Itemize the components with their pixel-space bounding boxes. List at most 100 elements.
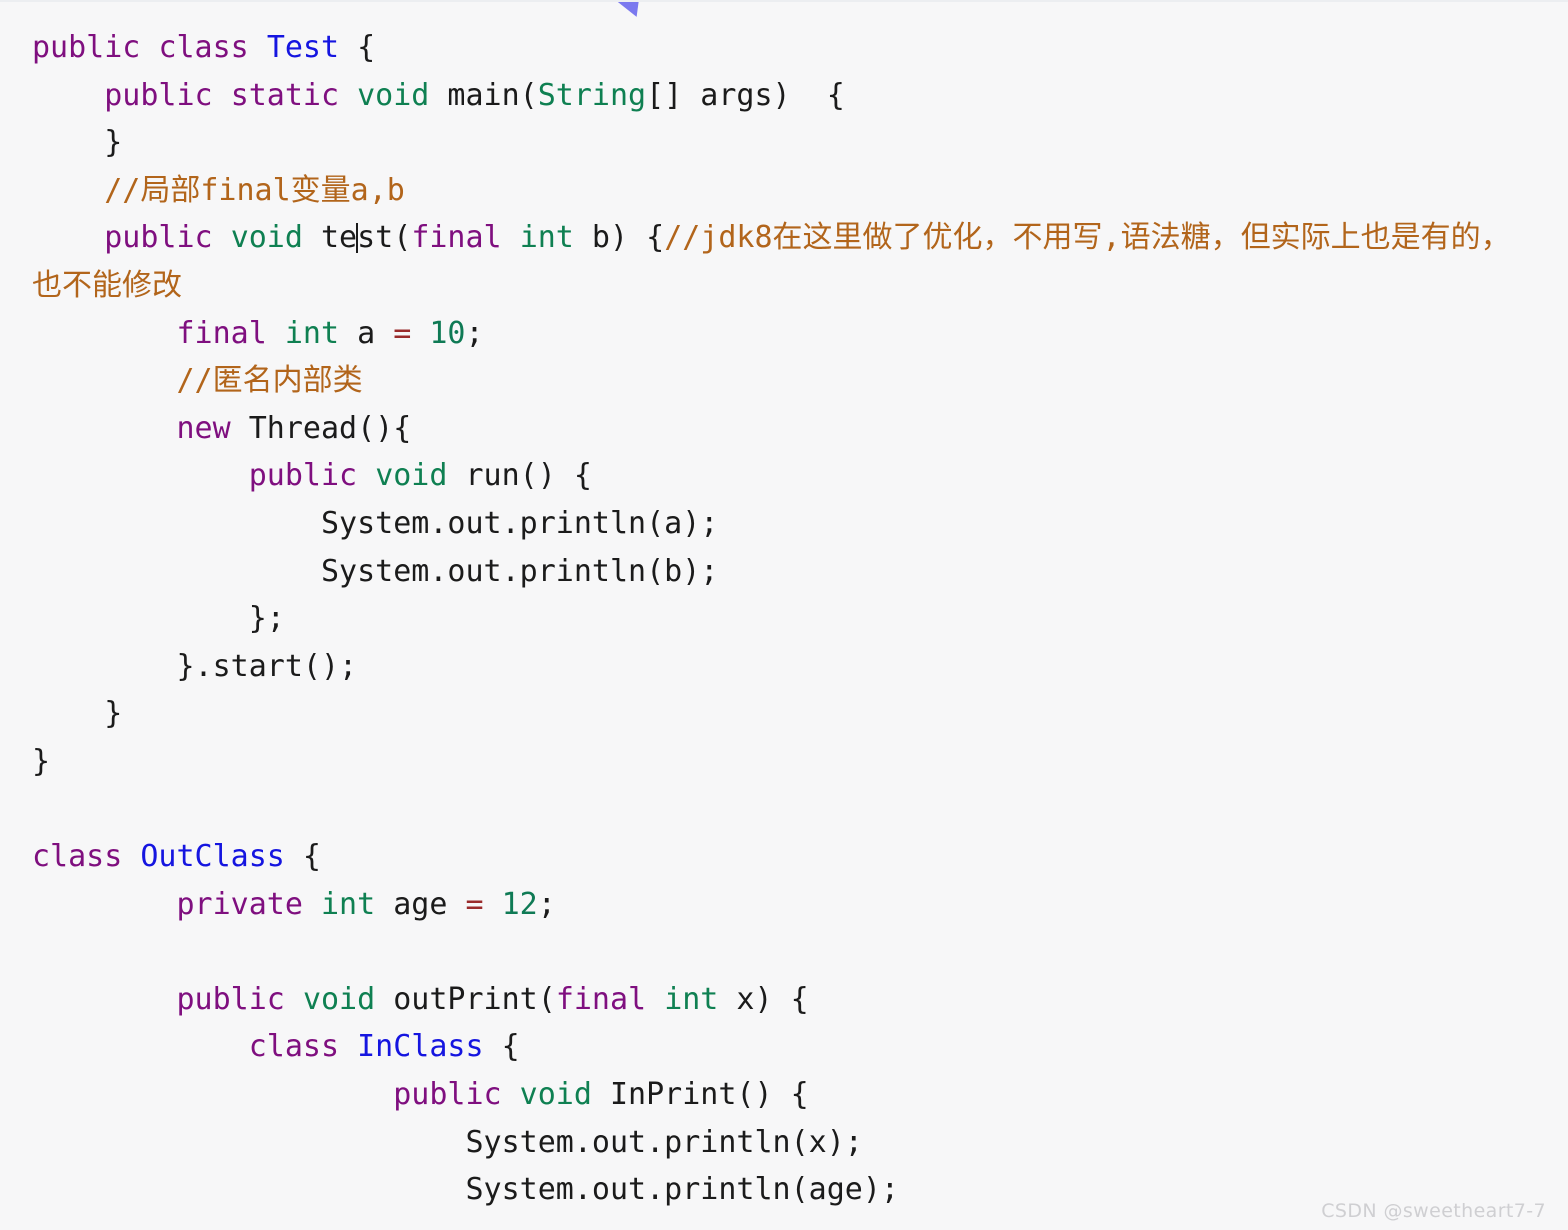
code-line[interactable] bbox=[32, 786, 1540, 834]
code-token-pln bbox=[502, 1077, 520, 1112]
code-token-pln: System.out.println(b); bbox=[32, 553, 719, 589]
code-line[interactable]: new Thread(){ bbox=[32, 405, 1540, 453]
code-line[interactable]: //局部final变量a,b bbox=[32, 167, 1540, 215]
code-line[interactable]: }.start(); bbox=[32, 643, 1540, 691]
code-token-pln: [] args) { bbox=[646, 77, 845, 113]
code-token-pln: run() { bbox=[447, 458, 592, 494]
code-line[interactable]: private int age = 12; bbox=[32, 881, 1540, 929]
code-line[interactable]: } bbox=[32, 119, 1540, 167]
code-token-kw: class bbox=[158, 30, 249, 65]
code-line[interactable] bbox=[32, 928, 1540, 976]
code-token-pln bbox=[32, 173, 104, 208]
code-token-pln: ; bbox=[465, 315, 484, 351]
code-token-pln: { bbox=[339, 30, 376, 65]
code-token-kw: public bbox=[248, 458, 358, 494]
code-token-kw: public bbox=[104, 77, 213, 113]
code-token-pln bbox=[411, 316, 429, 351]
code-token-op: = bbox=[393, 315, 412, 351]
code-token-typ: int bbox=[519, 220, 574, 256]
code-line[interactable]: final int a = 10; bbox=[32, 310, 1540, 358]
code-token-pln: age bbox=[375, 886, 466, 922]
code-token-pln: System.out.println(age); bbox=[32, 1172, 899, 1208]
code-token-typ: void bbox=[375, 458, 448, 494]
code-token-kw: final bbox=[555, 981, 647, 1017]
code-token-pln: System.out.println(x); bbox=[32, 1124, 863, 1160]
code-token-pln bbox=[484, 887, 502, 922]
code-token-pln: a bbox=[339, 315, 394, 351]
code-token-pln: { bbox=[284, 839, 321, 875]
code-line[interactable]: public void test(final int b) {//jdk8在这里… bbox=[32, 214, 1540, 309]
code-token-pln bbox=[122, 839, 140, 874]
code-token-pln bbox=[32, 982, 177, 1017]
code-token-kw: public bbox=[176, 981, 285, 1017]
code-token-typ: void bbox=[230, 220, 303, 256]
code-token-pln: te bbox=[302, 220, 358, 256]
code-line[interactable]: public static void main(String[] args) { bbox=[32, 72, 1540, 120]
code-token-pln bbox=[339, 78, 357, 113]
code-token-pln: ; bbox=[537, 886, 556, 922]
code-token-num: 12 bbox=[501, 886, 538, 922]
code-token-pln bbox=[646, 982, 664, 1017]
code-token-pln bbox=[285, 982, 303, 1017]
code-token-pln: outPrint( bbox=[375, 981, 556, 1017]
code-line[interactable]: class InClass { bbox=[32, 1023, 1540, 1071]
code-line[interactable]: }; bbox=[32, 595, 1540, 643]
code-token-kw: public bbox=[32, 30, 141, 65]
code-token-typ: void bbox=[519, 1077, 592, 1113]
code-line[interactable]: System.out.println(b); bbox=[32, 548, 1540, 596]
code-token-cls: OutClass bbox=[140, 839, 285, 875]
code-token-op: = bbox=[465, 886, 484, 922]
code-token-kw: public bbox=[104, 220, 213, 256]
code-token-kw: class bbox=[248, 1029, 340, 1065]
code-token-pln: Thread(){ bbox=[230, 410, 412, 446]
code-token-pln bbox=[32, 458, 249, 493]
code-token-pln bbox=[32, 363, 177, 398]
code-token-pln bbox=[267, 316, 285, 351]
code-token-pln bbox=[502, 220, 520, 255]
code-snippet-image: public class Test { public static void m… bbox=[0, 0, 1568, 1230]
code-token-pln bbox=[32, 887, 177, 922]
code-line[interactable]: //匿名内部类 bbox=[32, 357, 1540, 405]
code-token-pln bbox=[213, 220, 231, 255]
code-token-typ: int bbox=[284, 315, 340, 351]
code-token-pln: b) { bbox=[573, 220, 665, 256]
code-token-kw: class bbox=[32, 839, 123, 875]
code-line[interactable]: public void outPrint(final int x) { bbox=[32, 976, 1540, 1024]
code-token-kw: final bbox=[176, 315, 267, 351]
code-line[interactable]: } bbox=[32, 738, 1540, 786]
code-line[interactable]: class OutClass { bbox=[32, 833, 1540, 881]
code-token-pln bbox=[32, 411, 177, 446]
code-token-pln bbox=[32, 1029, 249, 1064]
code-line[interactable]: public void run() { bbox=[32, 452, 1540, 500]
code-line[interactable]: System.out.println(age); bbox=[32, 1166, 1540, 1214]
code-token-pln bbox=[32, 792, 50, 827]
code-token-typ: String bbox=[537, 77, 647, 113]
code-token-pln bbox=[140, 30, 158, 65]
code-token-typ: void bbox=[302, 981, 376, 1017]
code-token-pln: main( bbox=[429, 77, 538, 113]
code-token-pln bbox=[303, 887, 321, 922]
code-token-pln: }; bbox=[32, 601, 285, 637]
code-token-pln: }.start(); bbox=[32, 648, 358, 684]
code-block[interactable]: public class Test { public static void m… bbox=[0, 2, 1568, 1214]
code-token-kw: private bbox=[176, 886, 303, 922]
code-token-pln bbox=[32, 78, 104, 113]
code-token-pln: } bbox=[32, 743, 51, 779]
code-token-kw: final bbox=[411, 220, 502, 256]
code-token-pln bbox=[249, 30, 267, 65]
code-token-pln bbox=[339, 1029, 357, 1064]
code-token-cmt: //局部final变量a,b bbox=[104, 172, 405, 208]
code-line[interactable]: public class Test { bbox=[32, 24, 1540, 72]
code-token-pln bbox=[32, 220, 104, 255]
code-line[interactable]: System.out.println(x); bbox=[32, 1119, 1540, 1167]
csdn-watermark: CSDN @sweetheart7-7 bbox=[1321, 1200, 1546, 1222]
code-token-pln bbox=[357, 458, 375, 493]
code-token-pln: } bbox=[32, 125, 123, 161]
code-token-kw: public bbox=[393, 1077, 502, 1113]
code-token-cls: Test bbox=[266, 30, 340, 65]
code-line[interactable]: public void InPrint() { bbox=[32, 1071, 1540, 1119]
code-token-pln bbox=[213, 78, 231, 113]
code-line[interactable]: } bbox=[32, 690, 1540, 738]
code-line[interactable]: System.out.println(a); bbox=[32, 500, 1540, 548]
code-token-cmt: //匿名内部类 bbox=[176, 363, 363, 399]
